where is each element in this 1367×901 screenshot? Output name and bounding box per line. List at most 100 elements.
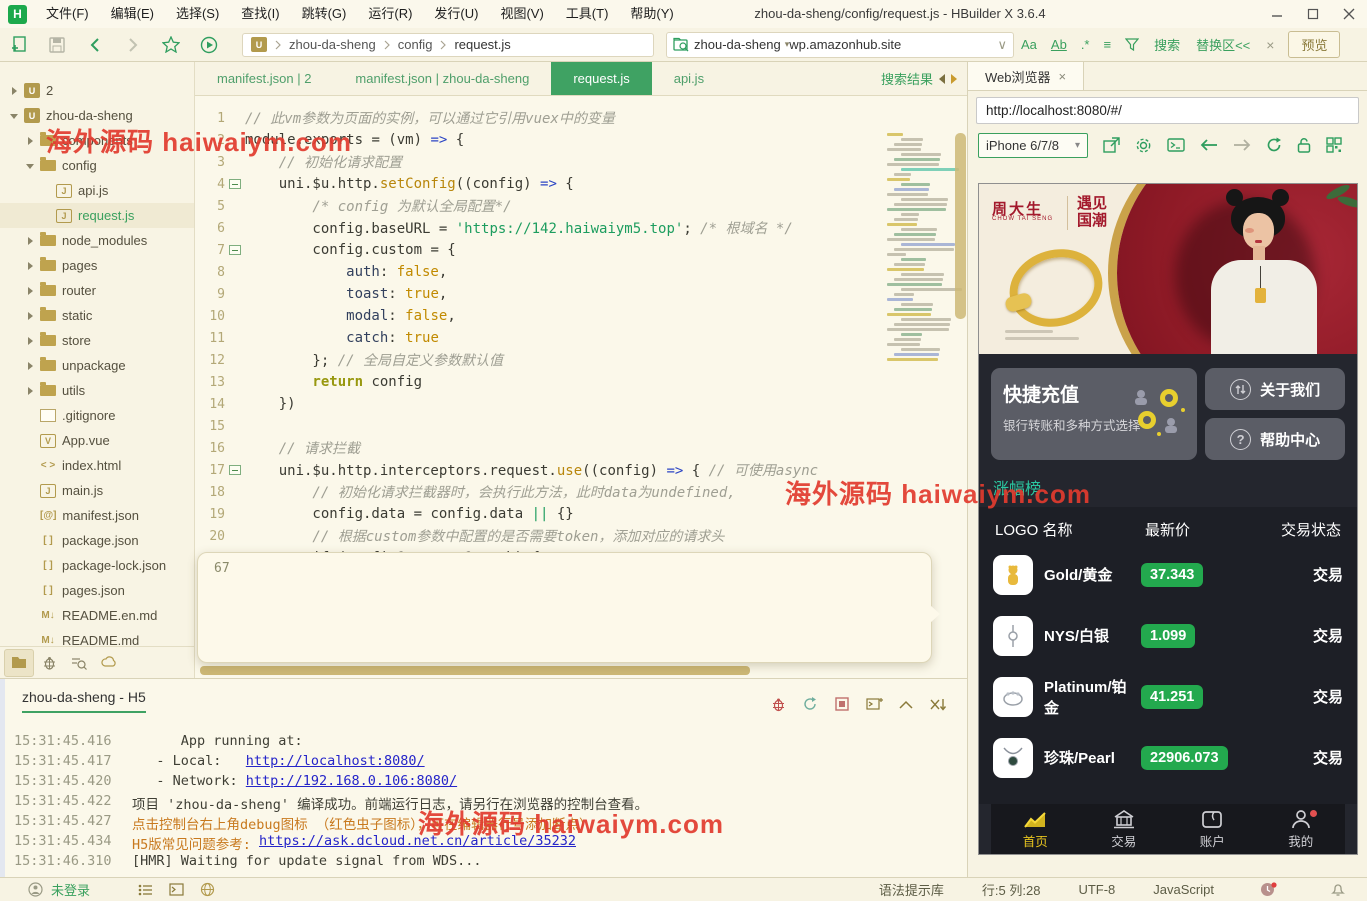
regex-toggle[interactable]: .* <box>1081 37 1090 52</box>
tree-item-pages[interactable]: pages <box>0 253 194 278</box>
forward-arrow-icon[interactable] <box>1233 139 1251 151</box>
menu-item-文件(F)[interactable]: 文件(F) <box>35 0 100 28</box>
tree-item-README.en.md[interactable]: M↓README.en.md <box>0 603 194 628</box>
market-row-NYS/白银[interactable]: NYS/白银1.099交易 <box>993 605 1343 666</box>
expand-icon[interactable] <box>24 234 38 248</box>
tree-item-manifest.json[interactable]: [@]manifest.json <box>0 503 194 528</box>
tree-item-package-lock.json[interactable]: [ ]package-lock.json <box>0 553 194 578</box>
next-result-icon[interactable] <box>951 74 957 84</box>
collapse-panel-icon[interactable] <box>897 695 915 713</box>
minimize-button[interactable] <box>1259 0 1295 28</box>
save-button[interactable] <box>38 30 76 60</box>
clear-console-icon[interactable] <box>929 695 947 713</box>
tree-item-router[interactable]: router <box>0 278 194 303</box>
fold-marker-icon[interactable] <box>229 465 241 475</box>
menu-item-帮助(Y)[interactable]: 帮助(Y) <box>619 0 684 28</box>
favorite-star-button[interactable] <box>152 30 190 60</box>
qr-code-icon[interactable] <box>1326 137 1342 153</box>
run-button[interactable] <box>190 30 228 60</box>
search-results-panel-header[interactable]: 搜索结果 <box>881 62 967 95</box>
search-button[interactable]: 搜索 <box>1154 35 1180 54</box>
preview-button[interactable]: 预览 <box>1288 31 1340 58</box>
console-terminal-icon[interactable] <box>1167 138 1185 152</box>
terminal-icon[interactable] <box>169 883 184 896</box>
history-clock-icon[interactable] <box>1260 882 1277 897</box>
关于我们-button[interactable]: 关于我们 <box>1205 368 1345 410</box>
menu-item-编辑(E)[interactable]: 编辑(E) <box>100 0 165 28</box>
device-select[interactable]: iPhone 6/7/8 ▾ <box>978 133 1088 158</box>
search-scope-select[interactable]: zhou-da-sheng <box>694 37 781 52</box>
menu-item-发行(U)[interactable]: 发行(U) <box>423 0 489 28</box>
market-row-珍珠/Pearl[interactable]: 珍珠/Pearl22906.073交易 <box>993 727 1343 788</box>
expand-icon[interactable] <box>24 384 38 398</box>
quick-recharge-card[interactable]: 快捷充值 银行转账和多种方式选择 <box>991 368 1197 460</box>
multiline-toggle[interactable]: ≡ <box>1103 37 1111 52</box>
web-browser-tab[interactable]: Web浏览器 × <box>968 62 1084 90</box>
fold-marker-icon[interactable] <box>229 245 241 255</box>
restart-icon[interactable] <box>801 695 819 713</box>
fold-marker-icon[interactable] <box>229 179 241 189</box>
tree-item-main.js[interactable]: Jmain.js <box>0 478 194 503</box>
menu-item-工具(T)[interactable]: 工具(T) <box>555 0 620 28</box>
back-arrow-icon[interactable] <box>1200 139 1218 151</box>
replace-area-button[interactable]: 替换区<< <box>1196 35 1250 54</box>
tree-item-node_modules[interactable]: node_modules <box>0 228 194 253</box>
syntax-lib-label[interactable]: 语法提示库 <box>879 880 944 899</box>
stop-icon[interactable] <box>833 695 851 713</box>
filter-icon[interactable] <box>1125 38 1139 51</box>
trade-status[interactable]: 交易 <box>1313 747 1343 768</box>
tree-item-static[interactable]: static <box>0 303 194 328</box>
tree-item-package.json[interactable]: [ ]package.json <box>0 528 194 553</box>
new-terminal-icon[interactable] <box>865 695 883 713</box>
new-file-button[interactable] <box>0 30 38 60</box>
editor-tab-request.js[interactable]: request.js <box>551 62 651 95</box>
expand-icon[interactable] <box>24 259 38 273</box>
collapse-icon[interactable] <box>24 159 38 173</box>
menu-item-选择(S)[interactable]: 选择(S) <box>165 0 230 28</box>
tree-item-config[interactable]: config <box>0 153 194 178</box>
menu-item-运行(R)[interactable]: 运行(R) <box>357 0 423 28</box>
tree-item-2[interactable]: U2 <box>0 78 194 103</box>
banner-image[interactable]: 周大生 CHOW TAI SENG 遇见 国潮 <box>979 184 1357 354</box>
expand-icon[interactable] <box>24 309 38 323</box>
search-files-icon[interactable] <box>64 649 94 677</box>
expand-icon[interactable] <box>24 334 38 348</box>
match-case-toggle[interactable]: Aa <box>1021 37 1037 52</box>
market-row-Platinum/铂金[interactable]: Platinum/铂金41.251交易 <box>993 666 1343 727</box>
tree-item-.gitignore[interactable]: .gitignore <box>0 403 194 428</box>
market-row-Gold/黄金[interactable]: Gold/黄金37.343交易 <box>993 544 1343 605</box>
search-input[interactable] <box>789 37 997 52</box>
prev-result-icon[interactable] <box>939 74 945 84</box>
menu-item-查找(I)[interactable]: 查找(I) <box>230 0 290 28</box>
帮助中心-button[interactable]: ?帮助中心 <box>1205 418 1345 460</box>
expand-icon[interactable] <box>24 359 38 373</box>
menu-item-跳转(G)[interactable]: 跳转(G) <box>291 0 358 28</box>
tree-item-store[interactable]: store <box>0 328 194 353</box>
horizontal-scrollbar[interactable] <box>200 666 750 675</box>
address-bar[interactable] <box>976 97 1359 124</box>
explorer-tab-folder-icon[interactable] <box>4 649 34 677</box>
cursor-position[interactable]: 行:5 列:28 <box>982 880 1041 899</box>
trade-status[interactable]: 交易 <box>1313 686 1343 707</box>
debug-bug-icon[interactable] <box>769 695 787 713</box>
nav-item-账户[interactable]: 账户 <box>1168 804 1257 854</box>
log-link[interactable]: https://ask.dcloud.net.cn/article/35232 <box>259 833 576 853</box>
open-external-icon[interactable] <box>1103 137 1120 153</box>
tree-item-zhou-da-sheng[interactable]: Uzhou-da-sheng <box>0 103 194 128</box>
tree-item-api.js[interactable]: Japi.js <box>0 178 194 203</box>
close-button[interactable] <box>1331 0 1367 28</box>
editor-tab-manifest.json | zhou-da-sheng[interactable]: manifest.json | zhou-da-sheng <box>333 62 551 95</box>
settings-gear-icon[interactable] <box>1135 137 1152 154</box>
trade-status[interactable]: 交易 <box>1313 625 1343 646</box>
expand-icon[interactable] <box>24 134 38 148</box>
back-button[interactable] <box>76 30 114 60</box>
expand-icon[interactable] <box>8 84 22 98</box>
tree-item-index.html[interactable]: < >index.html <box>0 453 194 478</box>
log-link[interactable]: http://192.168.0.106:8080/ <box>246 773 457 793</box>
close-search-icon[interactable]: × <box>1266 37 1274 53</box>
tree-item-unpackage[interactable]: unpackage <box>0 353 194 378</box>
breadcrumb-folder[interactable]: config <box>398 37 433 52</box>
tree-item-request.js[interactable]: Jrequest.js <box>0 203 194 228</box>
refresh-icon[interactable] <box>1266 137 1282 153</box>
search-history-chevron-icon[interactable]: ∨ <box>997 37 1007 53</box>
